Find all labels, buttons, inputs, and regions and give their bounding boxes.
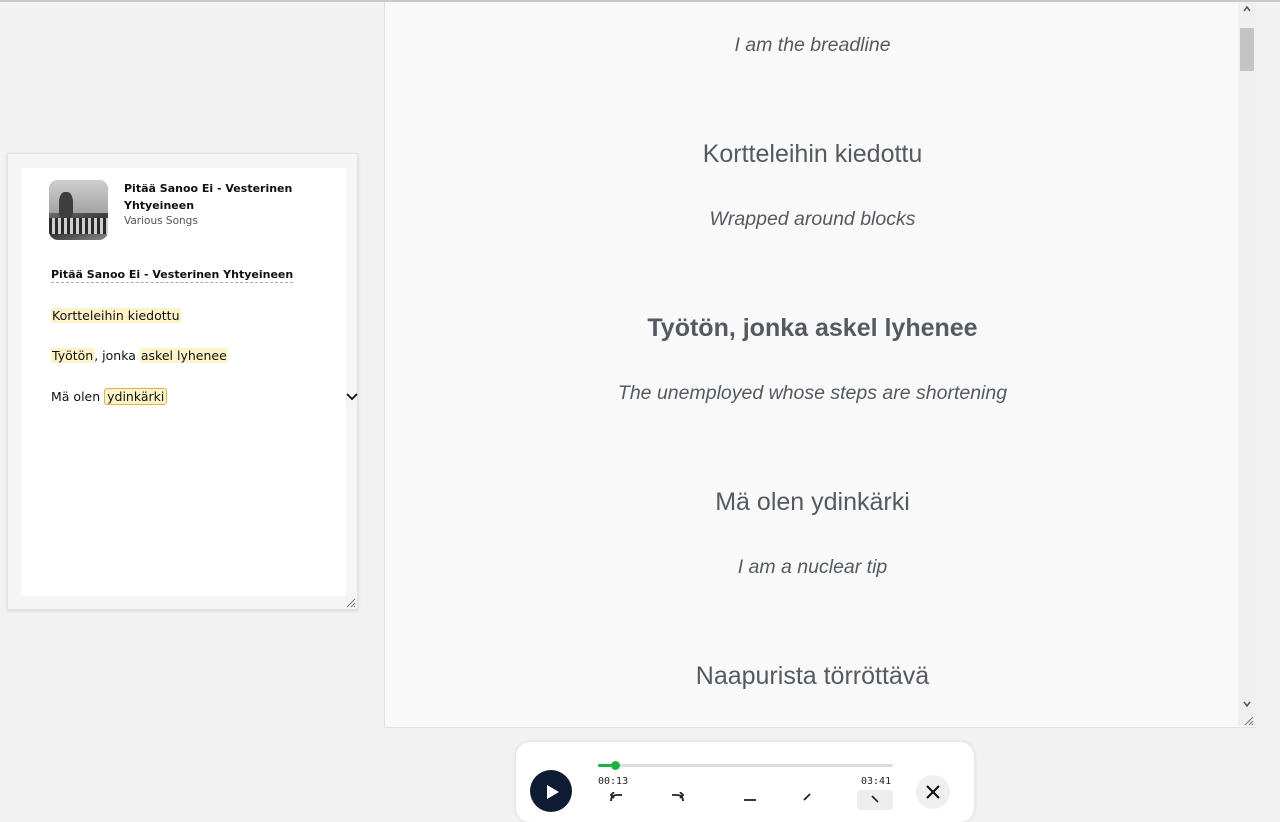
resize-handle-icon[interactable] [344,596,356,608]
mini-lyric-line[interactable]: Kortteleihin kiedottu [51,308,181,323]
song-artist: Various Songs [124,215,198,227]
total-time: 03:41 [861,776,892,787]
lyric-line-translation: I am a nuclear tip [737,556,888,578]
song-title: Pitää Sanoo Ei - Vesterinen Yhtyeineen [124,182,293,212]
speed-button[interactable] [857,790,893,810]
mini-lyrics-content: Pitää Sanoo Ei - Vesterinen Yhtyeineen V… [21,168,358,596]
mini-lyrics-panel: Pitää Sanoo Ei - Vesterinen Yhtyeineen V… [7,153,358,610]
forward-icon[interactable] [668,792,686,802]
lyric-line-finnish[interactable]: Työtön, jonka askel lyhenee [385,314,1240,343]
mini-lyric-text: , jonka [94,348,140,363]
lyric-line-translation: The unemployed whose steps are shortenin… [617,382,1008,404]
lyric-line-translation: I am the breadline [734,34,891,56]
speed-icon [871,795,879,803]
faster-icon[interactable] [798,792,816,802]
lyric-line-finnish[interactable]: Mä olen ydinkärki [385,488,1240,517]
lyric-line-finnish[interactable]: Kortteleihin kiedottu [385,140,1240,169]
highlighted-word[interactable]: ydinkärki [104,388,168,405]
play-button[interactable] [530,770,572,812]
current-time: 00:13 [598,776,629,787]
close-icon [926,785,940,799]
play-icon [547,785,559,799]
lyrics-panel: I am the breadline Kortteleihin kiedottu W… [384,2,1256,728]
rewind-icon[interactable] [608,792,626,802]
album-art [49,180,108,240]
scroll-thumb[interactable] [1240,28,1254,71]
mini-lyric-line[interactable]: Mä olen ydinkärki [51,388,168,405]
lyric-line-finnish[interactable]: Naapurista törröttävä [385,662,1240,691]
mini-lyrics-heading[interactable]: Pitää Sanoo Ei - Vesterinen Yhtyeineen [51,268,294,283]
highlighted-word[interactable]: Työtön [51,348,95,363]
lyrics-scrollbar[interactable] [1238,2,1256,726]
audio-player: 00:13 03:41 [516,742,974,822]
lyric-line-translation: Wrapped around blocks [709,208,916,230]
slower-icon[interactable] [741,792,759,802]
chevron-down-icon[interactable] [344,389,360,405]
progress-knob[interactable] [611,761,621,770]
close-player-button[interactable] [916,775,950,809]
progress-bar[interactable] [598,761,893,770]
highlighted-word[interactable]: Kortteleihin kiedottu [51,308,181,323]
mini-lyric-text: Mä olen [51,389,105,404]
resize-handle-icon[interactable] [1242,714,1254,726]
mini-lyric-line[interactable]: Työtön, jonka askel lyhenee [51,348,228,363]
highlighted-word[interactable]: askel lyhenee [139,348,228,363]
scroll-down-icon[interactable] [1243,700,1251,708]
scroll-up-icon[interactable] [1243,5,1251,13]
